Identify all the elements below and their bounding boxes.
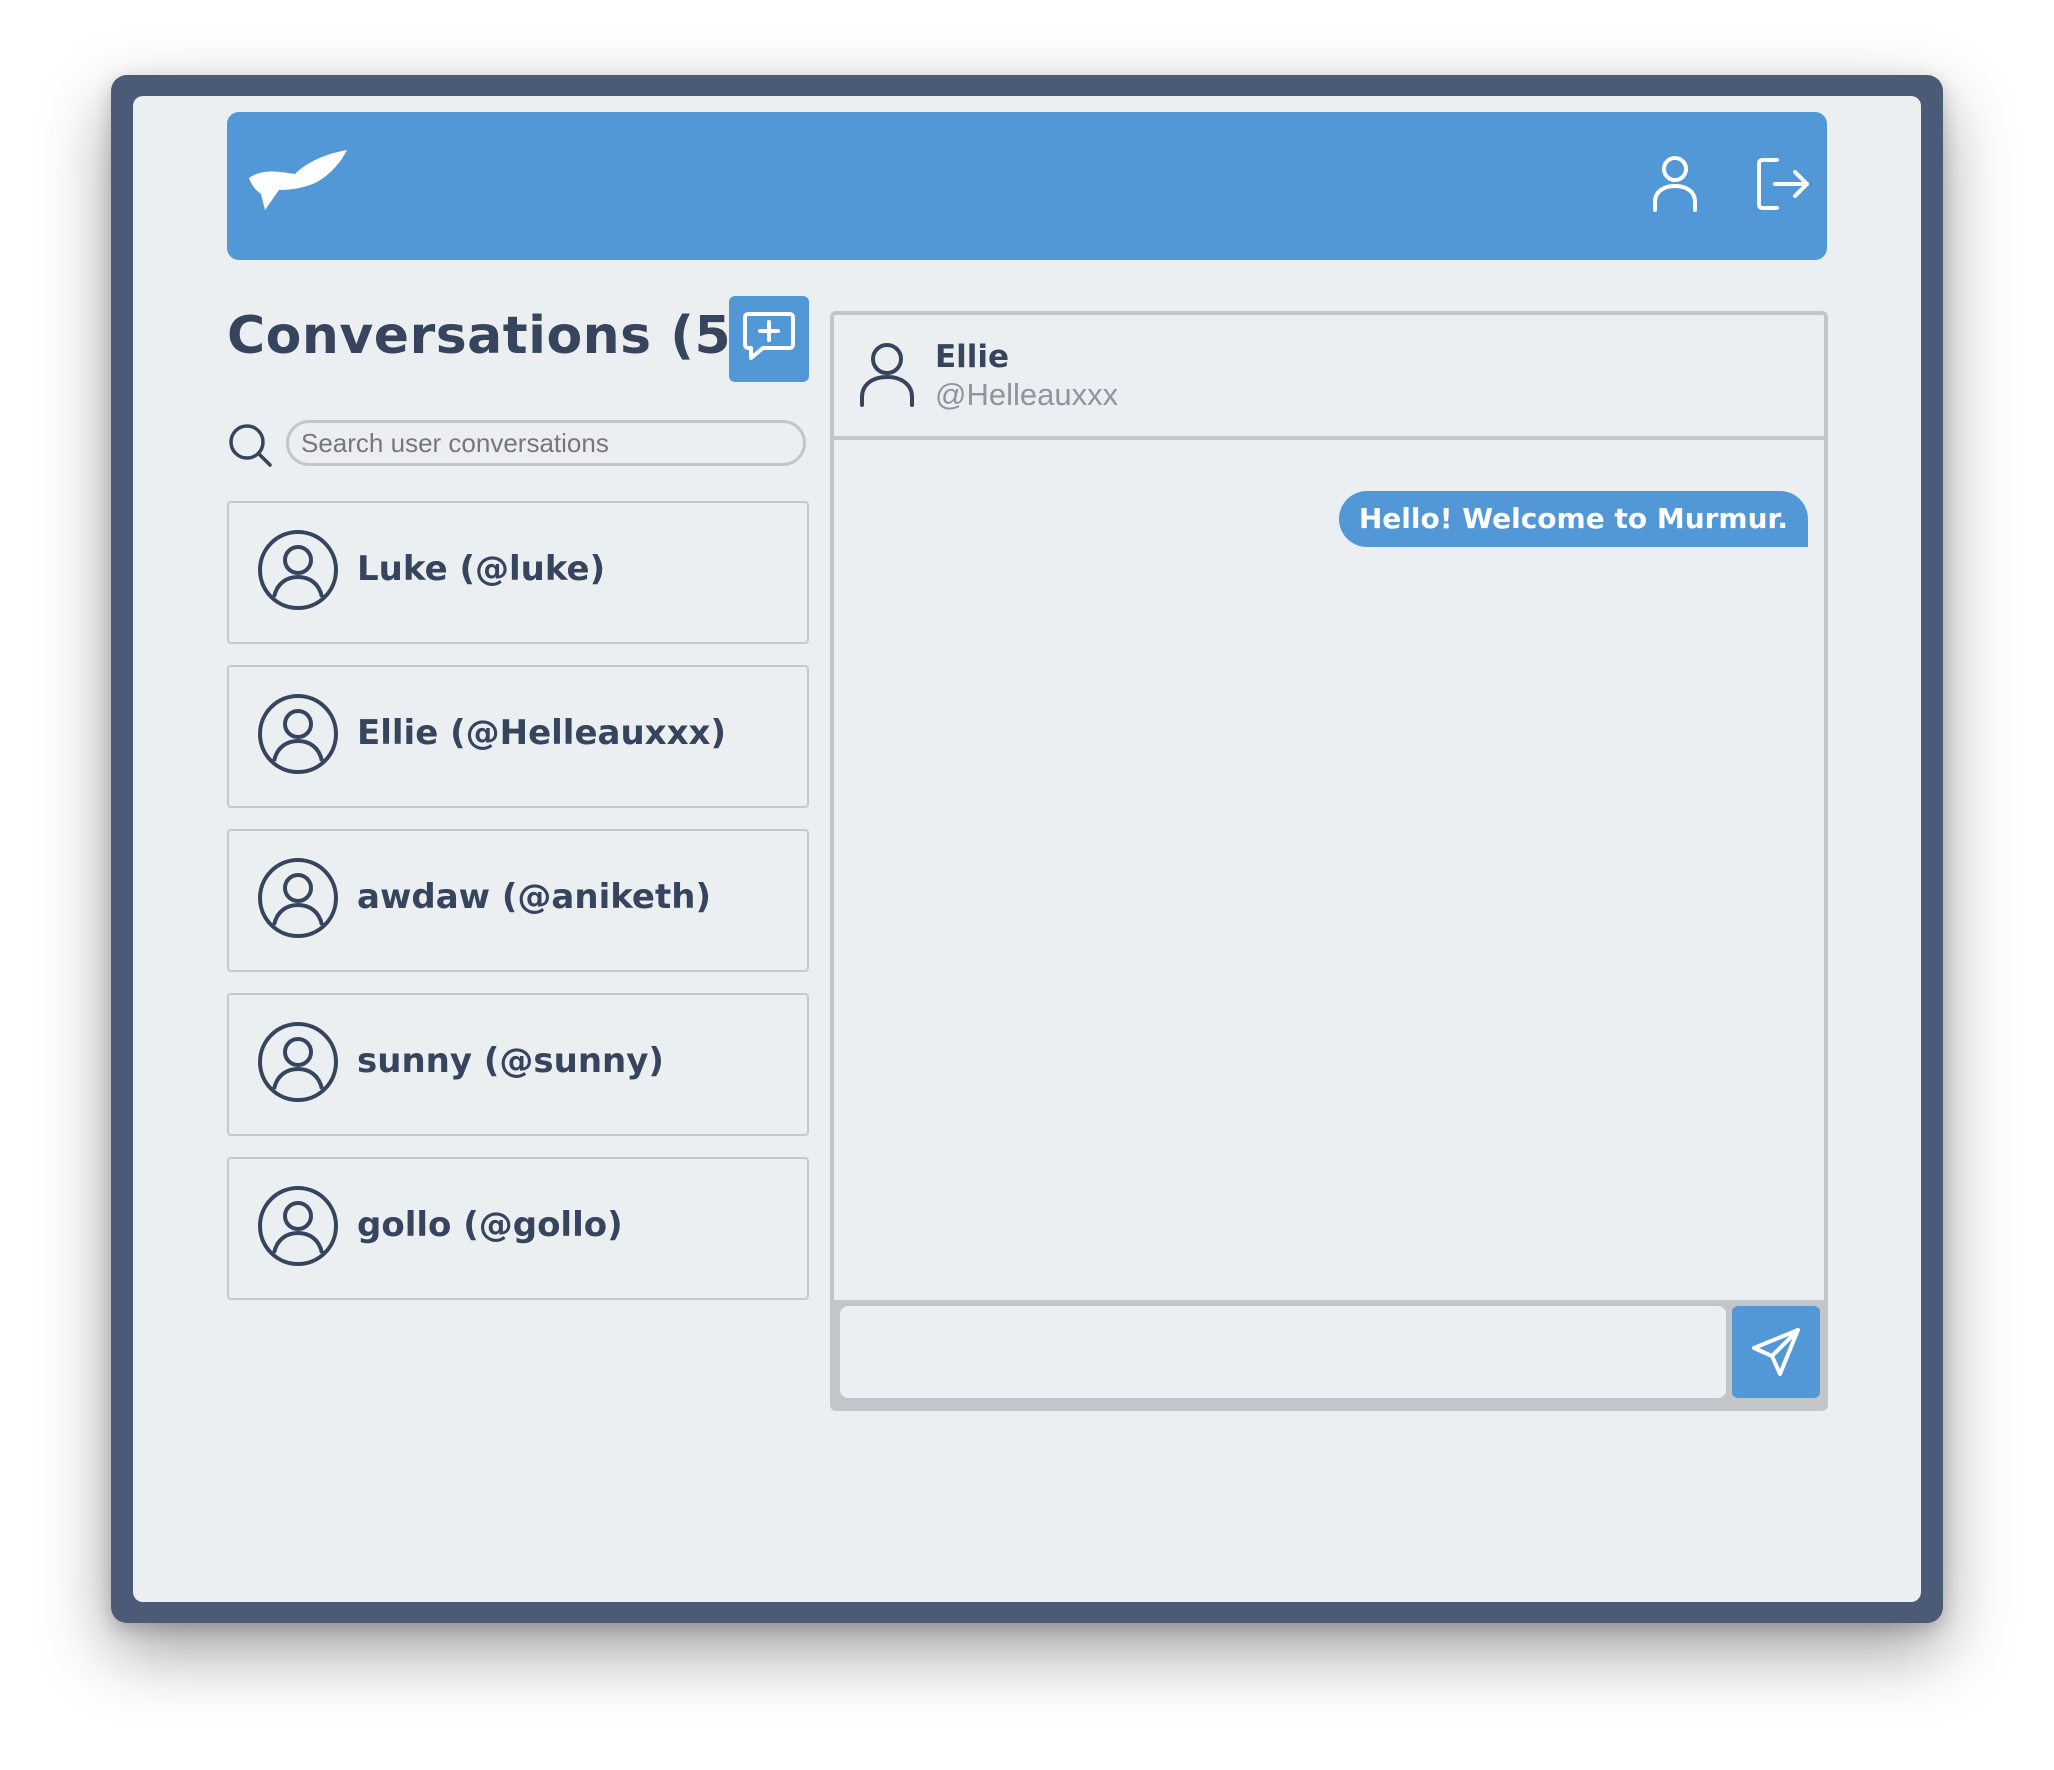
top-navbar — [227, 112, 1827, 260]
conversation-item[interactable]: gollo (@gollo) — [227, 1157, 809, 1300]
conversation-item[interactable]: awdaw (@aniketh) — [227, 829, 809, 972]
app-window-frame: Conversations (5) Luke (@luke) — [111, 75, 1943, 1623]
conversation-item[interactable]: Luke (@luke) — [227, 501, 809, 644]
profile-button[interactable] — [1643, 152, 1707, 216]
user-avatar-icon — [258, 858, 338, 938]
conversations-title: Conversations (5) — [227, 306, 756, 366]
user-avatar-icon — [258, 1022, 338, 1102]
chat-contact-name: Ellie — [935, 339, 1010, 375]
message-plus-icon — [743, 312, 795, 360]
message-input[interactable] — [840, 1306, 1726, 1398]
user-avatar-icon — [258, 1186, 338, 1266]
conversation-name: gollo (@gollo) — [357, 1205, 623, 1245]
conversation-name: Luke (@luke) — [357, 549, 606, 589]
message-bubble-outgoing: Hello! Welcome to Murmur. — [1338, 491, 1808, 547]
conversation-item[interactable]: Ellie (@Helleauxxx) — [227, 665, 809, 808]
app-window: Conversations (5) Luke (@luke) — [133, 96, 1921, 1602]
chat-contact-handle: @Helleauxxx — [935, 377, 1119, 412]
conversation-name: awdaw (@aniketh) — [357, 877, 711, 917]
conversation-item[interactable]: sunny (@sunny) — [227, 993, 809, 1136]
conversation-list: Luke (@luke) Ellie (@Helleauxxx) awdaw (… — [227, 501, 809, 1321]
chat-panel: Ellie @Helleauxxx Hello! Welcome to Murm… — [830, 311, 1828, 1411]
logout-button[interactable] — [1751, 152, 1815, 216]
message-composer — [834, 1300, 1824, 1407]
chat-header: Ellie @Helleauxxx — [834, 315, 1824, 440]
send-icon — [1752, 1328, 1800, 1376]
user-avatar-icon — [258, 530, 338, 610]
search-input[interactable] — [286, 420, 806, 466]
conversation-name: sunny (@sunny) — [357, 1041, 664, 1081]
user-avatar-icon — [258, 694, 338, 774]
conversation-name: Ellie (@Helleauxxx) — [357, 713, 726, 753]
logout-icon — [1757, 158, 1809, 210]
bird-logo-icon[interactable] — [245, 148, 349, 218]
send-button[interactable] — [1732, 1306, 1820, 1398]
search-icon — [229, 424, 272, 467]
user-icon — [1653, 156, 1697, 212]
user-icon — [860, 343, 914, 407]
new-conversation-button[interactable] — [729, 296, 809, 382]
